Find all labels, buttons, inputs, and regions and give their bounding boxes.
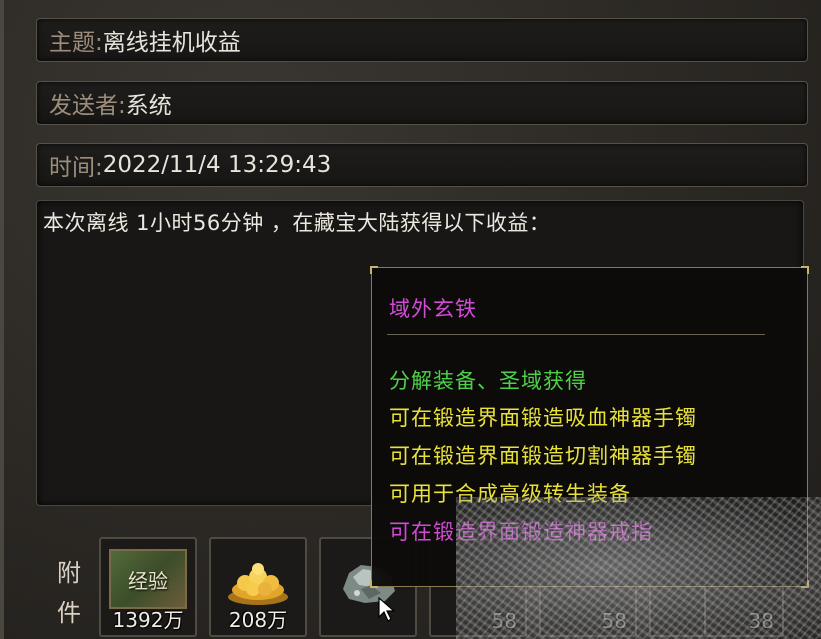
mouse-cursor-icon bbox=[378, 597, 396, 622]
tooltip-corner bbox=[370, 266, 378, 274]
time-field: 时间: 2022/11/4 13:29:43 bbox=[36, 143, 808, 187]
sender-value: 系统 bbox=[125, 93, 172, 119]
tooltip-line: 可在锻造界面锻造吸血神器手镯 bbox=[389, 406, 697, 430]
tooltip-title: 域外玄铁 bbox=[389, 297, 477, 321]
attachment-slot-gold[interactable]: 208万 bbox=[209, 537, 307, 637]
exp-icon-label: 经验 bbox=[128, 568, 168, 593]
sender-label: 发送者: bbox=[49, 93, 126, 119]
tooltip-corner bbox=[801, 266, 809, 274]
tooltip-line: 分解装备、圣域获得 bbox=[389, 369, 587, 393]
subject-label: 主题: bbox=[49, 30, 103, 56]
sender-field: 发送者: 系统 bbox=[36, 81, 808, 125]
mail-body-text: 本次离线 1小时56分钟 ，在藏宝大陆获得以下收益： bbox=[43, 211, 551, 235]
mail-window: 主题: 离线挂机收益 发送者: 系统 时间: 2022/11/4 13:29:4… bbox=[0, 0, 821, 639]
subject-value: 离线挂机收益 bbox=[102, 30, 241, 56]
time-label: 时间: bbox=[49, 155, 103, 181]
tooltip-divider bbox=[387, 334, 765, 335]
time-value: 2022/11/4 13:29:43 bbox=[102, 152, 332, 178]
attachments-label: 附件 bbox=[57, 559, 81, 627]
attachment-qty: 1392万 bbox=[112, 608, 184, 632]
exp-scroll-icon: 经验 bbox=[109, 549, 187, 609]
subject-field: 主题: 离线挂机收益 bbox=[36, 18, 808, 62]
tooltip-line: 可在锻造界面锻造切割神器手镯 bbox=[389, 444, 697, 468]
noise-overlay bbox=[456, 497, 821, 639]
attachment-qty: 208万 bbox=[228, 608, 288, 632]
gold-coins-icon bbox=[228, 563, 288, 605]
attachment-slot-exp[interactable]: 经验 1392万 bbox=[99, 537, 197, 637]
tooltip-corner bbox=[370, 580, 378, 588]
